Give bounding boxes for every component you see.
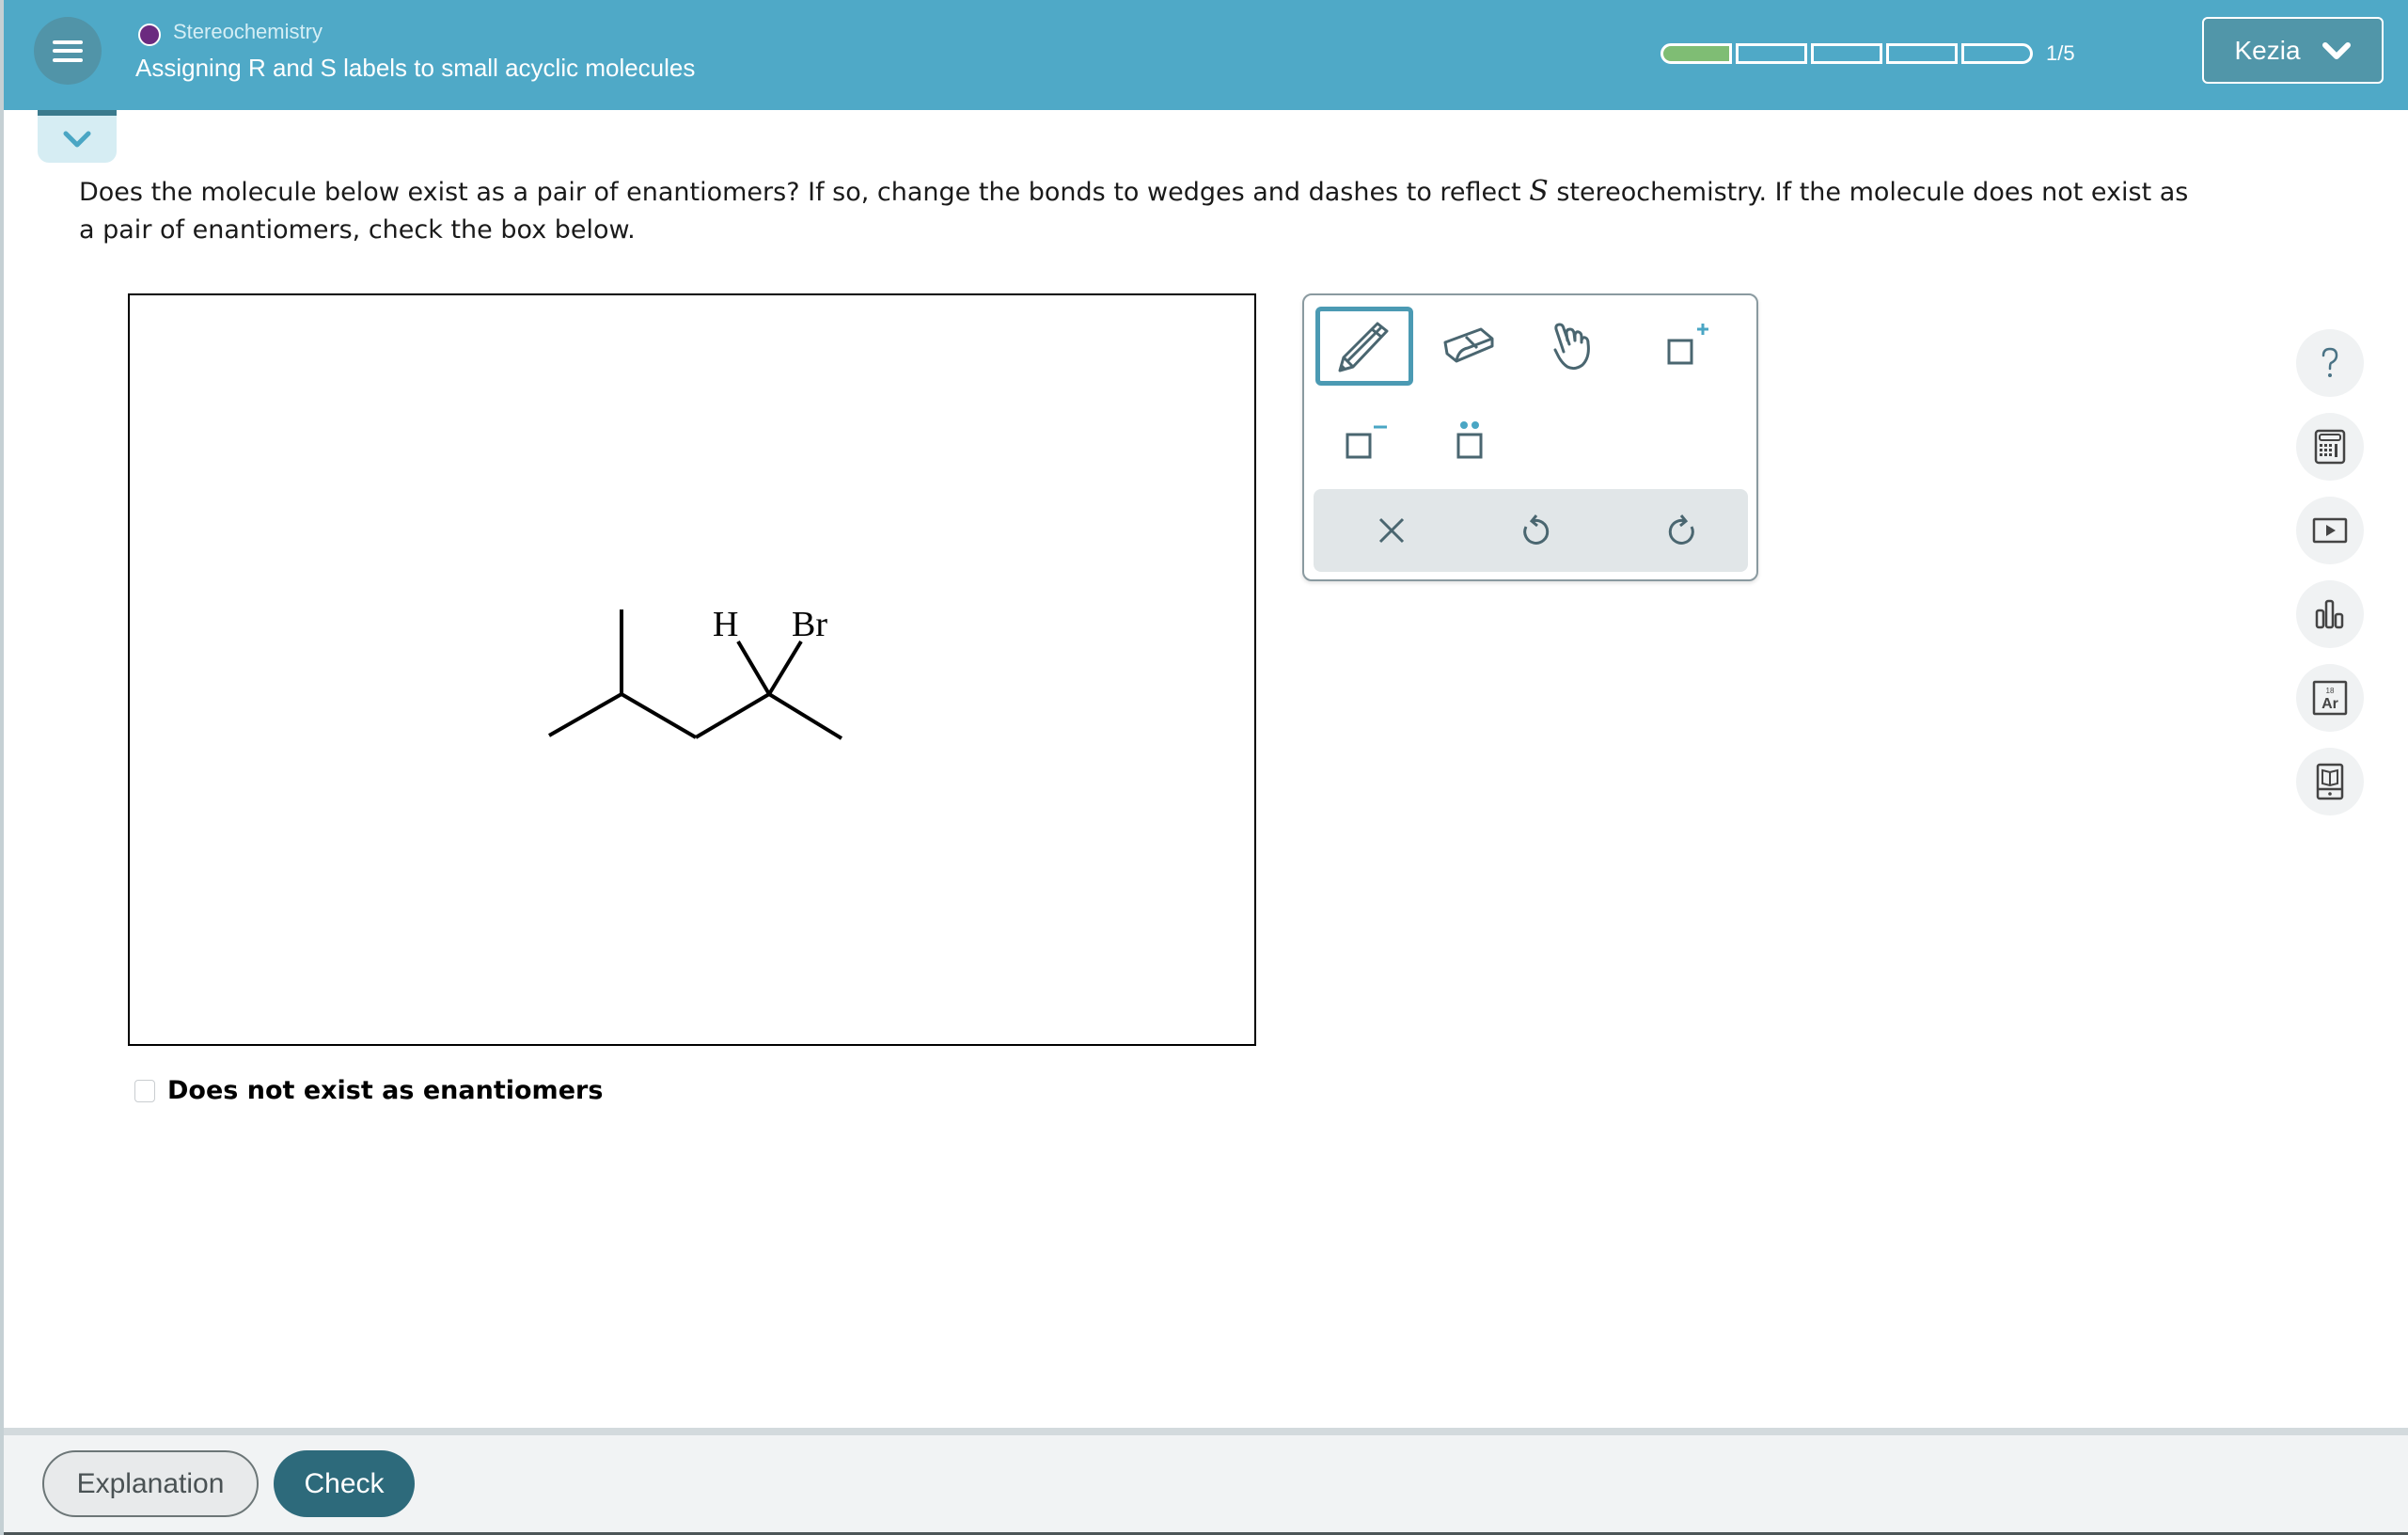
stereo-symbol: S bbox=[1529, 175, 1549, 208]
add-lone-pair-tool[interactable] bbox=[1421, 401, 1519, 480]
add-negative-charge-tool[interactable] bbox=[1315, 401, 1413, 480]
bond[interactable] bbox=[620, 692, 698, 739]
ebook-icon bbox=[2316, 763, 2344, 800]
left-edge-strip bbox=[0, 0, 4, 1535]
redo-icon bbox=[1668, 514, 1694, 545]
bar-chart-icon bbox=[2315, 599, 2344, 629]
periodic-table-button[interactable]: 18 Ar bbox=[2296, 664, 2364, 732]
hamburger-icon-line bbox=[53, 40, 83, 44]
explanation-button[interactable]: Explanation bbox=[42, 1450, 259, 1517]
user-name: Kezia bbox=[2234, 35, 2301, 65]
question-icon bbox=[2321, 347, 2338, 377]
atom-label-h[interactable]: H bbox=[713, 605, 738, 644]
data-button[interactable] bbox=[2296, 580, 2364, 648]
progress-count: 1/5 bbox=[2046, 41, 2075, 65]
progress-segment bbox=[1736, 43, 1807, 64]
progress-bar bbox=[1660, 43, 2033, 64]
lone-pair-icon bbox=[1456, 421, 1483, 459]
drawing-toolbar bbox=[1302, 293, 1758, 581]
eraser-tool[interactable] bbox=[1421, 307, 1519, 386]
bond-to-h[interactable] bbox=[736, 640, 771, 696]
calculator-button[interactable] bbox=[2296, 413, 2364, 481]
question-text-part: Does the molecule below exist as a pair … bbox=[79, 178, 1530, 207]
bond-to-br[interactable] bbox=[767, 640, 803, 696]
progress-segment bbox=[1660, 43, 1732, 64]
chevron-down-icon bbox=[2321, 41, 2351, 59]
pencil-tool[interactable] bbox=[1315, 307, 1413, 386]
play-icon bbox=[2312, 517, 2348, 544]
menu-button[interactable] bbox=[34, 17, 102, 85]
positive-charge-icon bbox=[1667, 324, 1708, 365]
hamburger-icon-line bbox=[53, 58, 83, 62]
hand-icon bbox=[1553, 323, 1590, 371]
molecule-structure: H Br bbox=[548, 605, 843, 740]
redo-button[interactable] bbox=[1653, 502, 1709, 559]
molecule-drawing-canvas[interactable]: H Br bbox=[128, 293, 1256, 1046]
footer-divider bbox=[4, 1428, 2408, 1435]
topic-dot-icon bbox=[138, 24, 161, 46]
bond[interactable] bbox=[767, 692, 843, 740]
negative-charge-icon bbox=[1346, 425, 1387, 459]
periodic-table-icon: 18 Ar bbox=[2312, 680, 2348, 716]
eraser-icon bbox=[1443, 327, 1494, 363]
chevron-down-icon bbox=[63, 131, 91, 148]
checkbox-label[interactable]: Does not exist as enantiomers bbox=[167, 1076, 603, 1105]
progress-segment bbox=[1811, 43, 1882, 64]
close-icon bbox=[1378, 517, 1405, 544]
check-button[interactable]: Check bbox=[274, 1450, 415, 1517]
bond[interactable] bbox=[694, 692, 771, 739]
element-symbol: Ar bbox=[2321, 696, 2338, 712]
collapse-header-button[interactable] bbox=[38, 110, 117, 163]
progress-segment bbox=[1961, 43, 2033, 64]
header-bar: Stereochemistry Assigning R and S labels… bbox=[4, 0, 2408, 110]
atom-label-br[interactable]: Br bbox=[792, 605, 827, 644]
progress-segment bbox=[1886, 43, 1958, 64]
lesson-title: Assigning R and S labels to small acycli… bbox=[135, 54, 696, 82]
pencil-icon bbox=[1338, 322, 1389, 372]
ebook-button[interactable] bbox=[2296, 748, 2364, 815]
hand-tool[interactable] bbox=[1526, 307, 1624, 386]
question-text: Does the molecule below exist as a pair … bbox=[79, 173, 2204, 249]
add-positive-charge-tool[interactable] bbox=[1631, 307, 1729, 386]
undo-button[interactable] bbox=[1508, 502, 1565, 559]
toolbar-actions bbox=[1314, 489, 1748, 572]
undo-icon bbox=[1523, 514, 1550, 545]
topic-label: Stereochemistry bbox=[173, 20, 323, 43]
not-enantiomers-option: Does not exist as enantiomers bbox=[134, 1076, 603, 1105]
calculator-icon bbox=[2314, 429, 2346, 465]
not-enantiomers-checkbox[interactable] bbox=[134, 1079, 155, 1102]
video-button[interactable] bbox=[2296, 497, 2364, 564]
bond[interactable] bbox=[548, 692, 622, 737]
help-button[interactable] bbox=[2296, 329, 2364, 397]
clear-button[interactable] bbox=[1363, 502, 1420, 559]
element-number: 18 bbox=[2326, 687, 2335, 695]
user-menu-button[interactable]: Kezia bbox=[2202, 17, 2384, 84]
hamburger-icon-line bbox=[53, 49, 83, 53]
